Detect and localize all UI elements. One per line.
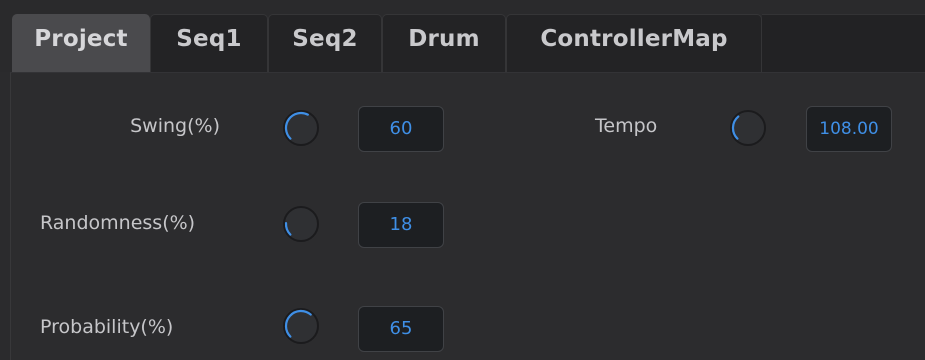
- knob-body: [283, 308, 319, 344]
- tab-seq2[interactable]: Seq2: [268, 14, 382, 72]
- randomness-knob[interactable]: [281, 204, 321, 244]
- swing-knob[interactable]: [281, 108, 321, 148]
- randomness-value-field[interactable]: 18: [358, 202, 444, 248]
- knob-body: [283, 206, 319, 242]
- tab-drum[interactable]: Drum: [382, 14, 506, 72]
- knob-body: [730, 110, 766, 146]
- probability-value-field[interactable]: 65: [358, 306, 444, 352]
- tab-bar: Project Seq1 Seq2 Drum ControllerMap: [0, 0, 925, 73]
- tempo-knob[interactable]: [728, 108, 768, 148]
- tempo-label: Tempo: [595, 115, 658, 137]
- tempo-value-field[interactable]: 108.00: [806, 106, 892, 152]
- swing-label: Swing(%): [130, 115, 220, 137]
- probability-knob[interactable]: [281, 306, 321, 346]
- tab-project[interactable]: Project: [12, 14, 150, 72]
- swing-value-field[interactable]: 60: [358, 106, 444, 152]
- probability-label: Probability(%): [40, 316, 174, 338]
- tab-bar-empty-area: [762, 14, 925, 73]
- knob-body: [283, 110, 319, 146]
- tab-controllermap[interactable]: ControllerMap: [506, 14, 762, 72]
- project-settings-window: Project Seq1 Seq2 Drum ControllerMap Swi…: [0, 0, 925, 360]
- randomness-label: Randomness(%): [40, 212, 196, 234]
- tab-seq1[interactable]: Seq1: [150, 14, 268, 72]
